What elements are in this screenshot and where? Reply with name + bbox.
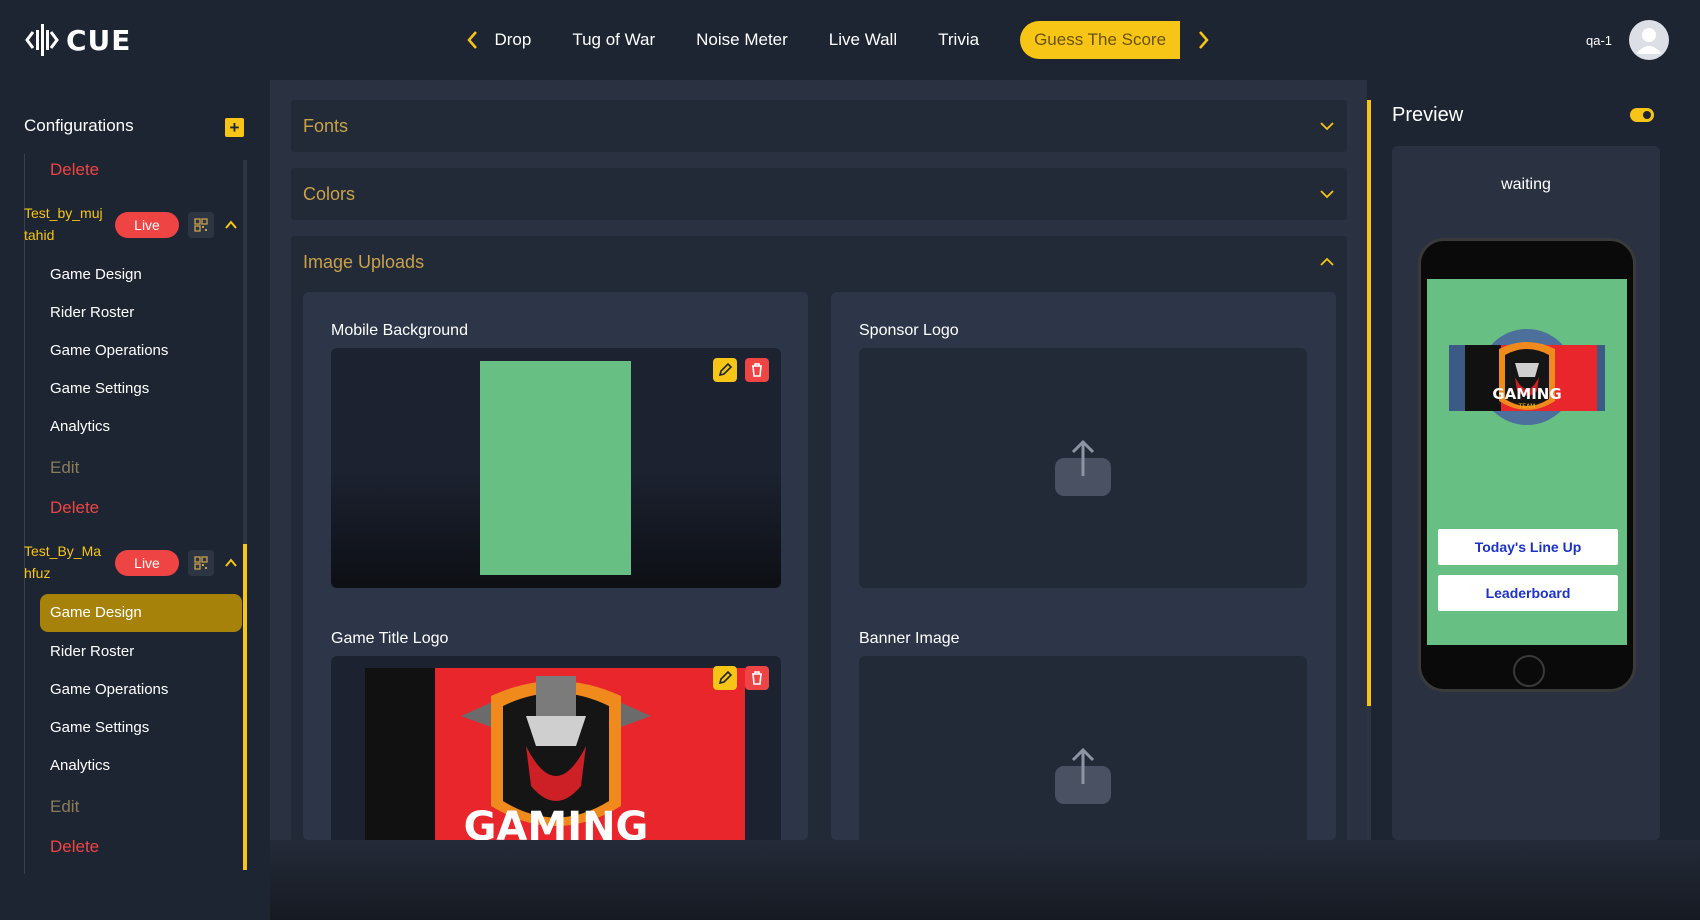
config-name[interactable]: Test_by_muj tahid (24, 202, 114, 246)
image-uploads-accordion[interactable]: Image Uploads (291, 236, 1347, 292)
menu-analytics[interactable]: Analytics (50, 418, 110, 435)
logo-text: GAMING (464, 804, 649, 840)
upload-icon (1055, 747, 1111, 804)
delete-button[interactable]: Delete (50, 160, 99, 180)
menu-game-settings[interactable]: Game Settings (50, 380, 149, 397)
brand-logo[interactable]: CUE (24, 20, 131, 60)
image-uploads-title: Image Uploads (303, 252, 425, 272)
phone-mockup: GAMING TEAM Today's Line Up Leaderboard (1418, 238, 1636, 692)
qr-code-button[interactable] (188, 550, 214, 576)
game-title-logo-label: Game Title Logo (331, 630, 449, 647)
fonts-title: Fonts (303, 116, 349, 136)
edit-image-button[interactable] (713, 666, 737, 690)
delete-image-button[interactable] (745, 666, 769, 690)
tab-noise-meter[interactable]: Noise Meter (696, 30, 788, 50)
delete-button[interactable]: Delete (50, 837, 99, 857)
mobile-background-preview[interactable] (331, 348, 781, 588)
add-configuration-button[interactable]: + (225, 118, 244, 137)
mobile-background-card: Mobile Background Game Title Logo GAMING (303, 292, 808, 840)
image-uploads-panel: Mobile Background Game Title Logo GAMING… (291, 292, 1347, 840)
avatar[interactable] (1629, 20, 1669, 60)
preview-title: Preview (1392, 104, 1464, 126)
live-badge[interactable]: Live (115, 550, 179, 576)
nav-prev-icon[interactable] (463, 26, 483, 54)
sidebar-title: Configurations (24, 116, 134, 135)
qr-icon (194, 218, 208, 232)
fonts-accordion[interactable]: Fonts (291, 100, 1347, 152)
delete-button[interactable]: Delete (50, 498, 99, 518)
preview-panel: waiting GAMING TEAM Today's Line Up Lead… (1392, 146, 1660, 840)
preview-logo-text: GAMING (1492, 385, 1561, 403)
mobile-background-image (480, 361, 631, 575)
game-title-logo-preview[interactable]: GAMING (331, 656, 781, 840)
chevron-down-icon (1320, 122, 1334, 131)
colors-title: Colors (303, 184, 356, 204)
menu-rider-roster[interactable]: Rider Roster (50, 643, 134, 660)
phone-home-button (1513, 655, 1545, 687)
phone-screen: GAMING TEAM Today's Line Up Leaderboard (1427, 279, 1627, 645)
menu-game-operations[interactable]: Game Operations (50, 681, 168, 698)
qr-icon (194, 556, 208, 570)
tab-tug-of-war[interactable]: Tug of War (572, 30, 655, 50)
user-name[interactable]: qa-1 (1586, 33, 1612, 48)
pencil-icon (718, 670, 733, 685)
waveform-icon (25, 24, 59, 56)
trash-icon (752, 363, 762, 377)
preview-divider-accent (1367, 100, 1371, 706)
collapse-icon[interactable] (224, 556, 238, 570)
sponsor-logo-dropzone[interactable] (859, 348, 1307, 588)
menu-game-design-selected[interactable]: Game Design (40, 594, 242, 632)
sidebar: Configurations + Delete Test_by_muj tahi… (0, 80, 270, 920)
main-content: Fonts Colors Image Uploads Mobile Backgr… (270, 80, 1367, 920)
sponsor-logo-label: Sponsor Logo (859, 322, 959, 339)
edit-image-button[interactable] (713, 358, 737, 382)
menu-rider-roster[interactable]: Rider Roster (50, 304, 134, 321)
menu-game-design[interactable]: Game Design (50, 266, 142, 283)
colors-accordion[interactable]: Colors (291, 168, 1347, 220)
tab-prize-drop[interactable]: ize Drop (492, 30, 531, 50)
sponsor-logo-card: Sponsor Logo Banner Image (831, 292, 1336, 840)
qr-code-button[interactable] (188, 212, 214, 238)
preview-toggle[interactable] (1630, 108, 1654, 122)
collapse-icon[interactable] (224, 218, 238, 232)
trash-icon (752, 671, 762, 685)
preview-logo-subtext: TEAM (1518, 403, 1536, 410)
menu-game-operations[interactable]: Game Operations (50, 342, 168, 359)
nav-next-icon[interactable] (1193, 26, 1213, 54)
tab-trivia[interactable]: Trivia (938, 30, 979, 50)
menu-analytics[interactable]: Analytics (50, 757, 110, 774)
tab-live-wall[interactable]: Live Wall (829, 30, 897, 50)
user-icon (1636, 28, 1662, 54)
chevron-down-icon (1320, 190, 1334, 199)
gaming-team-logo: GAMING TEAM (1449, 329, 1605, 425)
edit-button[interactable]: Edit (50, 458, 79, 478)
banner-image-label: Banner Image (859, 630, 960, 647)
sidebar-scroll-thumb[interactable] (243, 544, 247, 870)
pencil-icon (718, 362, 733, 377)
brand-name: CUE (66, 23, 132, 57)
game-tabs: ize Drop Tug of War Noise Meter Live Wal… (492, 20, 1182, 60)
preview-status: waiting (1501, 176, 1551, 193)
mobile-background-label: Mobile Background (331, 322, 468, 339)
tab-guess-the-score[interactable]: Guess The Score (1020, 21, 1181, 59)
config-name[interactable]: Test_By_Ma hfuz (24, 540, 114, 584)
footer-area (270, 840, 1700, 920)
top-bar: CUE ize Drop Tug of War Noise Meter Live… (0, 0, 1700, 80)
upload-icon (1055, 439, 1111, 496)
leaderboard-button[interactable]: Leaderboard (1438, 575, 1618, 611)
chevron-up-icon (1320, 257, 1334, 266)
menu-game-settings[interactable]: Game Settings (50, 719, 149, 736)
banner-image-dropzone[interactable] (859, 656, 1307, 840)
edit-button[interactable]: Edit (50, 797, 79, 817)
delete-image-button[interactable] (745, 358, 769, 382)
todays-line-up-button[interactable]: Today's Line Up (1438, 529, 1618, 565)
live-badge[interactable]: Live (115, 212, 179, 238)
